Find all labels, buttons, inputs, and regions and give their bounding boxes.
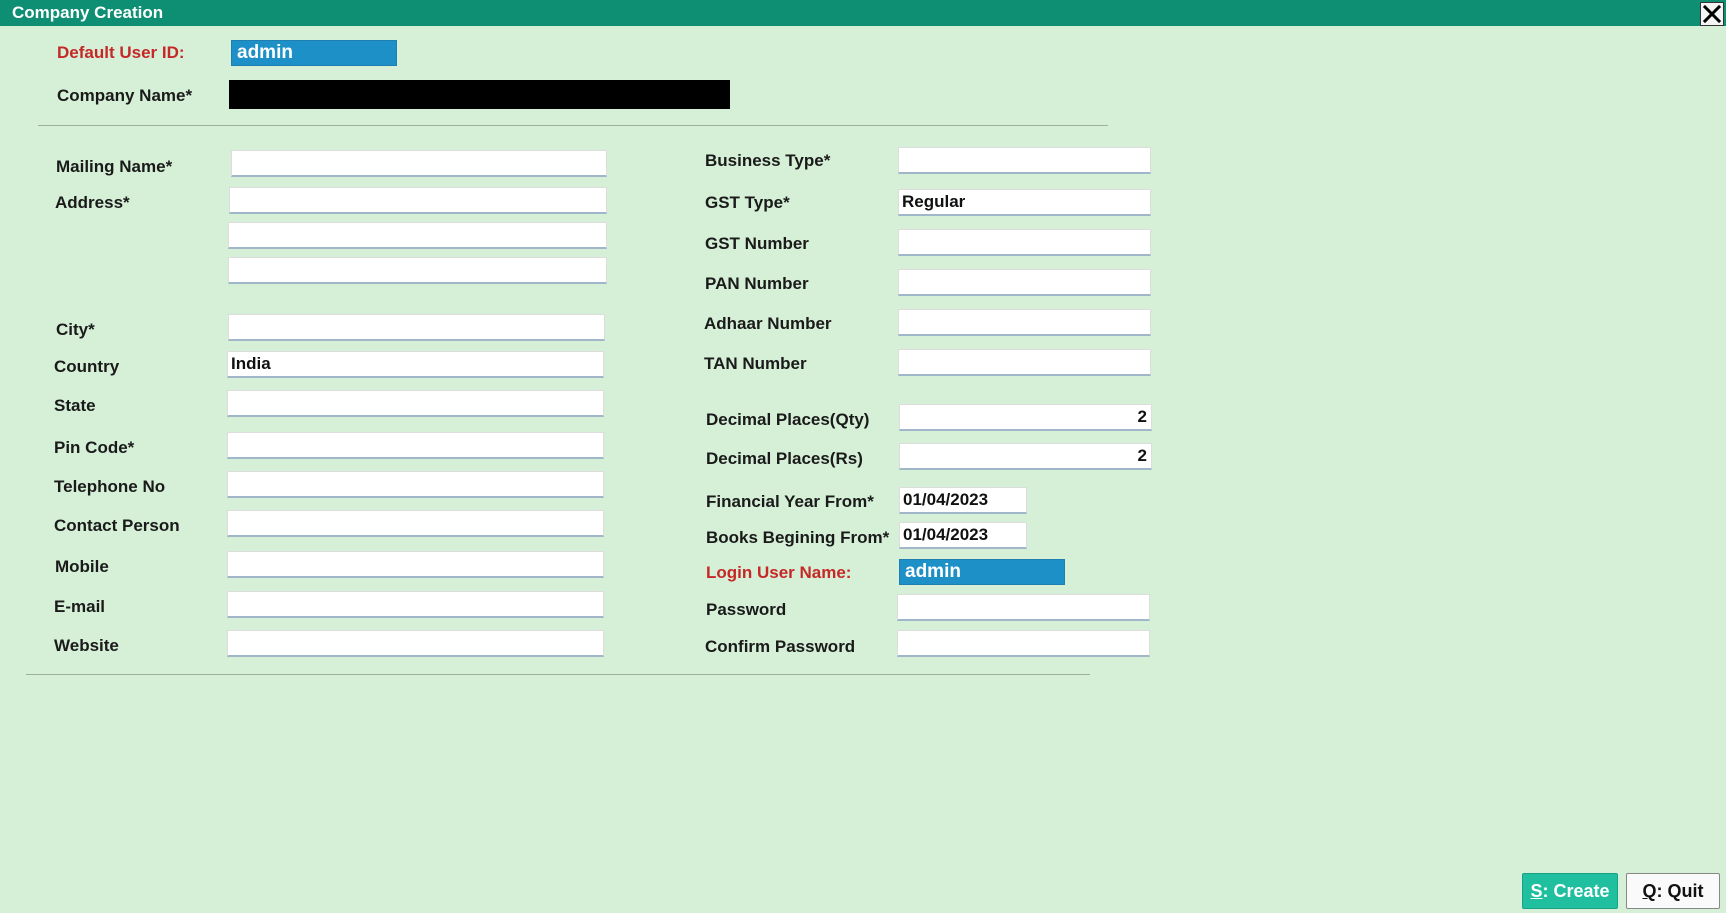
decimal-places-qty-label: Decimal Places(Qty) [706, 410, 870, 429]
window-title: Company Creation [12, 3, 164, 22]
create-button[interactable]: S: Create [1522, 873, 1618, 909]
quit-shortcut-key: Q [1642, 881, 1657, 901]
login-user-name-field[interactable]: admin [899, 559, 1065, 585]
email-input[interactable] [227, 591, 604, 618]
city-label: City* [56, 320, 95, 339]
company-name-input[interactable] [229, 80, 730, 109]
footer-separator [26, 674, 1090, 675]
pan-number-input[interactable] [898, 269, 1151, 296]
website-label: Website [54, 636, 119, 655]
address-line-3-input[interactable] [228, 257, 607, 284]
password-input[interactable] [897, 594, 1150, 621]
mailing-name-input[interactable] [231, 150, 607, 177]
books-beginning-from-label: Books Begining From* [706, 528, 890, 547]
telephone-label: Telephone No [54, 477, 166, 496]
tan-number-input[interactable] [898, 349, 1151, 376]
close-button[interactable] [1700, 2, 1724, 26]
tan-number-label: TAN Number [704, 354, 807, 373]
country-label: Country [54, 357, 120, 376]
decimal-places-qty-input[interactable]: 2 [899, 404, 1152, 431]
default-user-id-field[interactable]: admin [231, 40, 397, 66]
pin-code-label: Pin Code* [54, 438, 135, 457]
mobile-input[interactable] [227, 551, 604, 578]
title-bar: Company Creation [0, 0, 1726, 26]
gst-number-label: GST Number [705, 234, 809, 253]
address-line-2-input[interactable] [228, 222, 607, 249]
country-input[interactable]: India [227, 351, 604, 378]
gst-type-label: GST Type* [705, 193, 790, 212]
company-name-label: Company Name* [57, 86, 193, 105]
mobile-label: Mobile [55, 557, 109, 576]
website-input[interactable] [227, 630, 604, 657]
city-input[interactable] [228, 314, 605, 341]
mailing-name-label: Mailing Name* [56, 157, 173, 176]
decimal-places-rs-label: Decimal Places(Rs) [706, 449, 863, 468]
password-label: Password [706, 600, 787, 619]
company-creation-window: Company Creation Default User ID: admin … [0, 0, 1726, 913]
gst-type-select[interactable]: Regular [898, 189, 1151, 216]
address-label: Address* [55, 193, 130, 212]
address-line-1-input[interactable] [229, 187, 607, 214]
books-beginning-from-input[interactable]: 01/04/2023 [899, 522, 1027, 549]
state-input[interactable] [227, 390, 604, 417]
financial-year-from-label: Financial Year From* [706, 492, 874, 511]
contact-person-input[interactable] [227, 510, 604, 537]
gst-number-input[interactable] [898, 229, 1151, 256]
decimal-places-rs-input[interactable]: 2 [899, 443, 1152, 470]
quit-button[interactable]: Q: Quit [1626, 873, 1720, 909]
adhaar-number-input[interactable] [898, 309, 1151, 336]
pin-code-input[interactable] [227, 432, 604, 459]
contact-person-label: Contact Person [54, 516, 180, 535]
telephone-input[interactable] [227, 471, 604, 498]
default-user-id-label: Default User ID: [57, 43, 185, 62]
login-user-name-label: Login User Name: [706, 563, 852, 582]
create-button-label: : Create [1542, 881, 1610, 901]
business-type-label: Business Type* [705, 151, 831, 170]
financial-year-from-input[interactable]: 01/04/2023 [899, 487, 1027, 514]
confirm-password-input[interactable] [897, 630, 1150, 657]
adhaar-number-label: Adhaar Number [704, 314, 832, 333]
close-icon [1702, 4, 1722, 24]
header-separator [38, 125, 1108, 126]
email-label: E-mail [54, 597, 106, 616]
create-shortcut-key: S [1530, 881, 1543, 901]
state-label: State [54, 396, 96, 415]
confirm-password-label: Confirm Password [705, 637, 856, 656]
business-type-input[interactable] [898, 147, 1151, 174]
pan-number-label: PAN Number [705, 274, 809, 293]
quit-button-label: : Quit [1656, 881, 1704, 901]
